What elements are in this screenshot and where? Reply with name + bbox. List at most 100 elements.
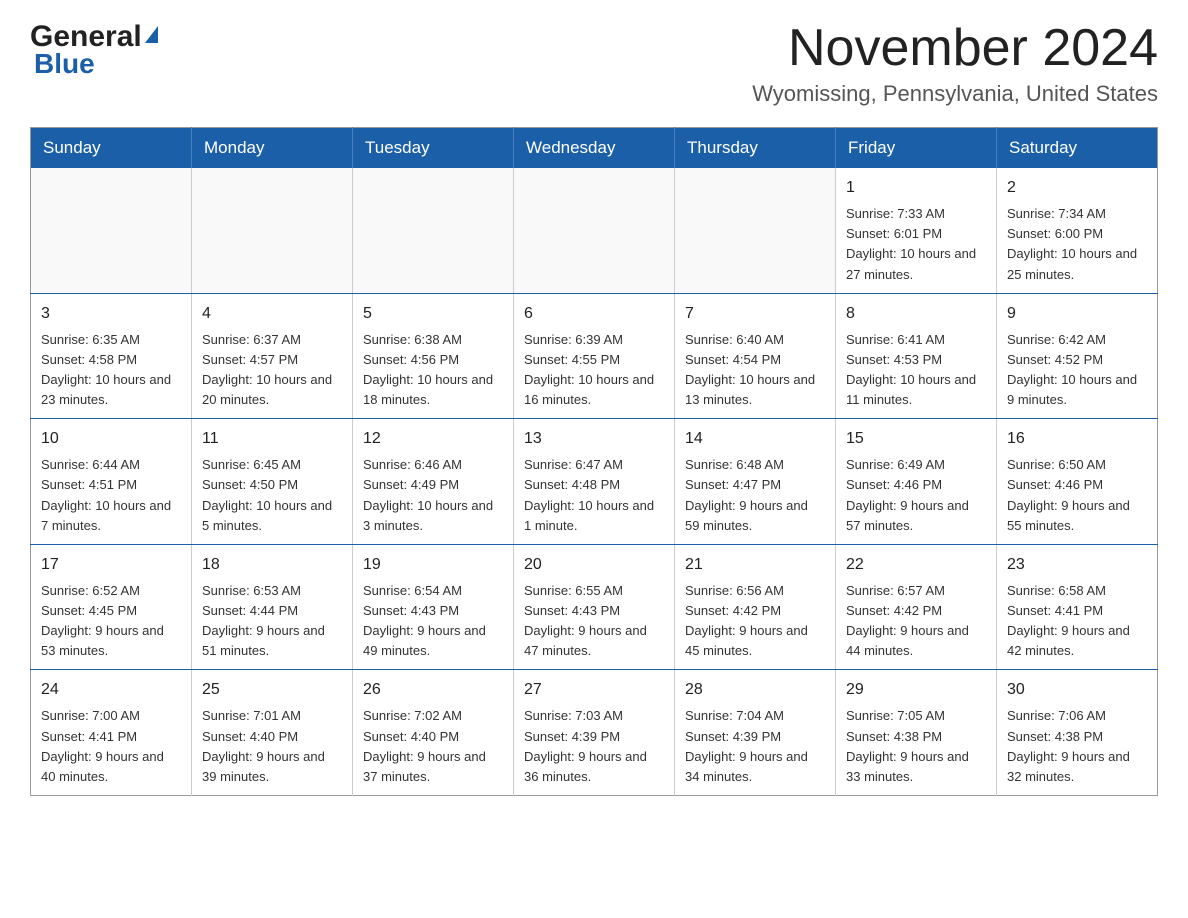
calendar-cell: 12 Sunrise: 6:46 AMSunset: 4:49 PMDayligh…: [353, 419, 514, 545]
page-header: General Blue November 2024 Wyomissing, P…: [30, 20, 1158, 107]
calendar-cell: 30 Sunrise: 7:06 AMSunset: 4:38 PMDayligh…: [997, 670, 1158, 796]
day-info: Sunrise: 6:48 AMSunset: 4:47 PMDaylight:…: [685, 455, 825, 536]
month-title: November 2024: [752, 20, 1158, 77]
day-number: 11: [202, 427, 342, 451]
calendar-cell: 3 Sunrise: 6:35 AMSunset: 4:58 PMDaylight…: [31, 293, 192, 419]
day-info: Sunrise: 6:55 AMSunset: 4:43 PMDaylight:…: [524, 581, 664, 662]
day-number: 9: [1007, 302, 1147, 326]
day-info: Sunrise: 6:44 AMSunset: 4:51 PMDaylight:…: [41, 455, 181, 536]
day-info: Sunrise: 6:35 AMSunset: 4:58 PMDaylight:…: [41, 330, 181, 411]
day-number: 7: [685, 302, 825, 326]
day-info: Sunrise: 7:01 AMSunset: 4:40 PMDaylight:…: [202, 706, 342, 787]
day-number: 25: [202, 678, 342, 702]
day-number: 23: [1007, 553, 1147, 577]
calendar-cell: [675, 168, 836, 293]
calendar-cell: 15 Sunrise: 6:49 AMSunset: 4:46 PMDayligh…: [836, 419, 997, 545]
calendar-cell: 24Sunrise: 7:00 AMSunset: 4:41 PMDayligh…: [31, 670, 192, 796]
calendar-cell: [31, 168, 192, 293]
title-section: November 2024 Wyomissing, Pennsylvania, …: [752, 20, 1158, 107]
calendar-header-wednesday: Wednesday: [514, 128, 675, 169]
day-info: Sunrise: 6:42 AMSunset: 4:52 PMDaylight:…: [1007, 330, 1147, 411]
calendar-cell: 4Sunrise: 6:37 AMSunset: 4:57 PMDaylight…: [192, 293, 353, 419]
day-number: 6: [524, 302, 664, 326]
day-number: 5: [363, 302, 503, 326]
calendar-cell: 13 Sunrise: 6:47 AMSunset: 4:48 PMDayligh…: [514, 419, 675, 545]
day-number: 30: [1007, 678, 1147, 702]
calendar-cell: 1Sunrise: 7:33 AMSunset: 6:01 PMDaylight…: [836, 168, 997, 293]
calendar-cell: 26 Sunrise: 7:02 AMSunset: 4:40 PMDayligh…: [353, 670, 514, 796]
day-info: Sunrise: 6:47 AMSunset: 4:48 PMDaylight:…: [524, 455, 664, 536]
day-info: Sunrise: 6:46 AMSunset: 4:49 PMDaylight:…: [363, 455, 503, 536]
calendar-week-3: 10 Sunrise: 6:44 AMSunset: 4:51 PMDayligh…: [31, 419, 1158, 545]
calendar-cell: 7 Sunrise: 6:40 AMSunset: 4:54 PMDaylight…: [675, 293, 836, 419]
calendar-cell: 25 Sunrise: 7:01 AMSunset: 4:40 PMDayligh…: [192, 670, 353, 796]
calendar-week-2: 3 Sunrise: 6:35 AMSunset: 4:58 PMDaylight…: [31, 293, 1158, 419]
day-info: Sunrise: 7:00 AMSunset: 4:41 PMDaylight:…: [41, 706, 181, 787]
calendar-cell: 6 Sunrise: 6:39 AMSunset: 4:55 PMDaylight…: [514, 293, 675, 419]
calendar-cell: 28Sunrise: 7:04 AMSunset: 4:39 PMDayligh…: [675, 670, 836, 796]
day-number: 8: [846, 302, 986, 326]
day-number: 4: [202, 302, 342, 326]
calendar-cell: 10 Sunrise: 6:44 AMSunset: 4:51 PMDayligh…: [31, 419, 192, 545]
calendar-header-saturday: Saturday: [997, 128, 1158, 169]
day-info: Sunrise: 7:05 AMSunset: 4:38 PMDaylight:…: [846, 706, 986, 787]
day-number: 17: [41, 553, 181, 577]
calendar-cell: [514, 168, 675, 293]
calendar-cell: 19Sunrise: 6:54 AMSunset: 4:43 PMDayligh…: [353, 544, 514, 670]
day-info: Sunrise: 6:38 AMSunset: 4:56 PMDaylight:…: [363, 330, 503, 411]
calendar-cell: [353, 168, 514, 293]
day-info: Sunrise: 6:49 AMSunset: 4:46 PMDaylight:…: [846, 455, 986, 536]
day-info: Sunrise: 7:33 AMSunset: 6:01 PMDaylight:…: [846, 204, 986, 285]
calendar-cell: 9 Sunrise: 6:42 AMSunset: 4:52 PMDaylight…: [997, 293, 1158, 419]
calendar-header-thursday: Thursday: [675, 128, 836, 169]
logo: General Blue: [30, 20, 158, 80]
day-number: 2: [1007, 176, 1147, 200]
day-info: Sunrise: 7:02 AMSunset: 4:40 PMDaylight:…: [363, 706, 503, 787]
calendar-week-5: 24Sunrise: 7:00 AMSunset: 4:41 PMDayligh…: [31, 670, 1158, 796]
day-info: Sunrise: 6:50 AMSunset: 4:46 PMDaylight:…: [1007, 455, 1147, 536]
day-number: 13: [524, 427, 664, 451]
calendar-cell: 2 Sunrise: 7:34 AMSunset: 6:00 PMDaylight…: [997, 168, 1158, 293]
calendar-header-monday: Monday: [192, 128, 353, 169]
day-info: Sunrise: 7:06 AMSunset: 4:38 PMDaylight:…: [1007, 706, 1147, 787]
day-info: Sunrise: 6:56 AMSunset: 4:42 PMDaylight:…: [685, 581, 825, 662]
day-number: 21: [685, 553, 825, 577]
day-info: Sunrise: 6:58 AMSunset: 4:41 PMDaylight:…: [1007, 581, 1147, 662]
day-info: Sunrise: 7:03 AMSunset: 4:39 PMDaylight:…: [524, 706, 664, 787]
day-number: 3: [41, 302, 181, 326]
calendar-week-1: 1Sunrise: 7:33 AMSunset: 6:01 PMDaylight…: [31, 168, 1158, 293]
day-number: 22: [846, 553, 986, 577]
calendar-cell: [192, 168, 353, 293]
day-info: Sunrise: 6:54 AMSunset: 4:43 PMDaylight:…: [363, 581, 503, 662]
day-info: Sunrise: 6:40 AMSunset: 4:54 PMDaylight:…: [685, 330, 825, 411]
calendar-header-sunday: Sunday: [31, 128, 192, 169]
day-info: Sunrise: 7:34 AMSunset: 6:00 PMDaylight:…: [1007, 204, 1147, 285]
calendar-header-friday: Friday: [836, 128, 997, 169]
calendar-cell: 29Sunrise: 7:05 AMSunset: 4:38 PMDayligh…: [836, 670, 997, 796]
calendar-header-row: SundayMondayTuesdayWednesdayThursdayFrid…: [31, 128, 1158, 169]
day-info: Sunrise: 6:52 AMSunset: 4:45 PMDaylight:…: [41, 581, 181, 662]
calendar-cell: 20 Sunrise: 6:55 AMSunset: 4:43 PMDayligh…: [514, 544, 675, 670]
day-info: Sunrise: 6:45 AMSunset: 4:50 PMDaylight:…: [202, 455, 342, 536]
day-number: 16: [1007, 427, 1147, 451]
day-number: 27: [524, 678, 664, 702]
calendar-cell: 22Sunrise: 6:57 AMSunset: 4:42 PMDayligh…: [836, 544, 997, 670]
day-number: 15: [846, 427, 986, 451]
logo-triangle-icon: [145, 26, 158, 43]
calendar-table: SundayMondayTuesdayWednesdayThursdayFrid…: [30, 127, 1158, 796]
day-info: Sunrise: 6:41 AMSunset: 4:53 PMDaylight:…: [846, 330, 986, 411]
day-info: Sunrise: 6:53 AMSunset: 4:44 PMDaylight:…: [202, 581, 342, 662]
calendar-cell: 23 Sunrise: 6:58 AMSunset: 4:41 PMDayligh…: [997, 544, 1158, 670]
day-number: 12: [363, 427, 503, 451]
day-number: 26: [363, 678, 503, 702]
calendar-cell: 21 Sunrise: 6:56 AMSunset: 4:42 PMDayligh…: [675, 544, 836, 670]
calendar-week-4: 17 Sunrise: 6:52 AMSunset: 4:45 PMDayligh…: [31, 544, 1158, 670]
day-info: Sunrise: 6:39 AMSunset: 4:55 PMDaylight:…: [524, 330, 664, 411]
calendar-cell: 27 Sunrise: 7:03 AMSunset: 4:39 PMDayligh…: [514, 670, 675, 796]
calendar-cell: 5 Sunrise: 6:38 AMSunset: 4:56 PMDaylight…: [353, 293, 514, 419]
day-number: 20: [524, 553, 664, 577]
day-number: 28: [685, 678, 825, 702]
calendar-cell: 18Sunrise: 6:53 AMSunset: 4:44 PMDayligh…: [192, 544, 353, 670]
calendar-cell: 16 Sunrise: 6:50 AMSunset: 4:46 PMDayligh…: [997, 419, 1158, 545]
day-number: 10: [41, 427, 181, 451]
